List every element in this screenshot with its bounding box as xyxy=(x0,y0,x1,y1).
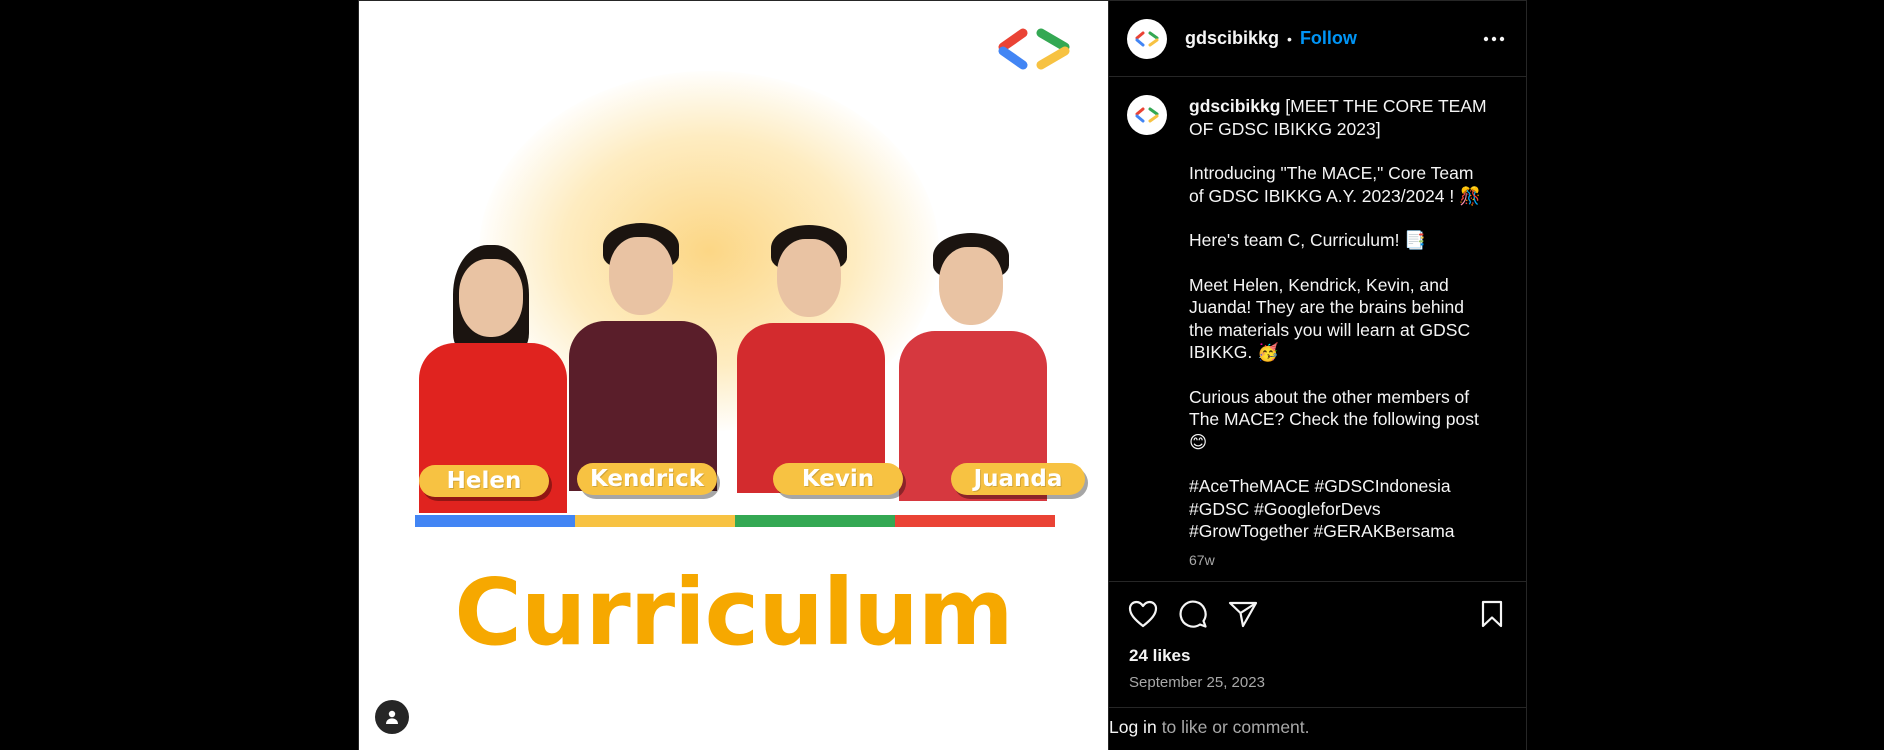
stripe-yellow xyxy=(575,515,735,527)
comment-button[interactable] xyxy=(1177,598,1209,630)
tagged-users-button[interactable] xyxy=(375,700,409,734)
time-ago[interactable]: 67w xyxy=(1189,549,1489,572)
header-username[interactable]: gdscibikkg xyxy=(1185,28,1279,49)
instagram-post: Helen Kendrick Kevin Juanda Curriculum g… xyxy=(358,0,1527,750)
image-title: Curriculum xyxy=(454,559,1013,666)
caption-area: gdscibikkg [MEET THE CORE TEAM OF GDSC I… xyxy=(1109,77,1526,582)
caption-paragraph: Curious about the other members of The M… xyxy=(1189,386,1479,452)
login-bar: Log in to like or comment. xyxy=(1109,707,1526,746)
post-image[interactable]: Helen Kendrick Kevin Juanda Curriculum xyxy=(359,1,1108,750)
like-button[interactable] xyxy=(1127,598,1159,630)
user-icon xyxy=(386,710,398,724)
save-button[interactable] xyxy=(1476,598,1508,630)
caption-paragraph: Meet Helen, Kendrick, Kevin, and Juanda!… xyxy=(1189,274,1471,363)
post-header: gdscibikkg • Follow xyxy=(1109,1,1526,77)
likes-count[interactable]: 24 likes xyxy=(1109,646,1526,666)
login-prompt: to like or comment. xyxy=(1161,716,1310,737)
login-link[interactable]: Log in xyxy=(1109,717,1157,738)
more-options-button[interactable] xyxy=(1480,25,1508,53)
gdsc-logo-icon xyxy=(998,28,1070,70)
comment-icon xyxy=(1179,600,1207,628)
heart-icon xyxy=(1128,600,1158,628)
more-icon xyxy=(1483,36,1505,41)
avatar[interactable] xyxy=(1127,18,1167,59)
stripe-blue xyxy=(415,515,575,527)
stripe-red xyxy=(895,515,1055,527)
gdsc-avatar-icon xyxy=(1135,107,1159,123)
caption-hashtags[interactable]: #AceTheMACE #GDSCIndonesia #GDSC #Google… xyxy=(1189,475,1489,543)
bookmark-icon xyxy=(1481,600,1503,628)
share-button[interactable] xyxy=(1227,598,1259,630)
post-date: September 25, 2023 xyxy=(1129,674,1265,691)
caption-text: gdscibikkg [MEET THE CORE TEAM OF GDSC I… xyxy=(1189,95,1489,581)
caption-avatar[interactable] xyxy=(1127,95,1167,135)
name-label-kendrick: Kendrick xyxy=(577,463,717,495)
name-label-kevin: Kevin xyxy=(773,463,903,495)
send-icon xyxy=(1228,601,1258,628)
header-separator: • xyxy=(1287,30,1292,47)
name-label-juanda: Juanda xyxy=(951,463,1085,495)
follow-button[interactable]: Follow xyxy=(1300,28,1357,49)
caption-paragraph: Here's team C, Curriculum! 📑 xyxy=(1189,230,1427,250)
caption-paragraph: Introducing "The MACE," Core Team of GDS… xyxy=(1189,163,1481,206)
action-bar xyxy=(1109,582,1526,646)
gdsc-avatar-icon xyxy=(1135,31,1159,46)
stripe-green xyxy=(735,515,895,527)
name-label-helen: Helen xyxy=(419,465,549,497)
caption-username[interactable]: gdscibikkg xyxy=(1189,96,1280,116)
post-side-panel: gdscibikkg • Follow gdscibikkg [MEET THE… xyxy=(1108,1,1526,750)
